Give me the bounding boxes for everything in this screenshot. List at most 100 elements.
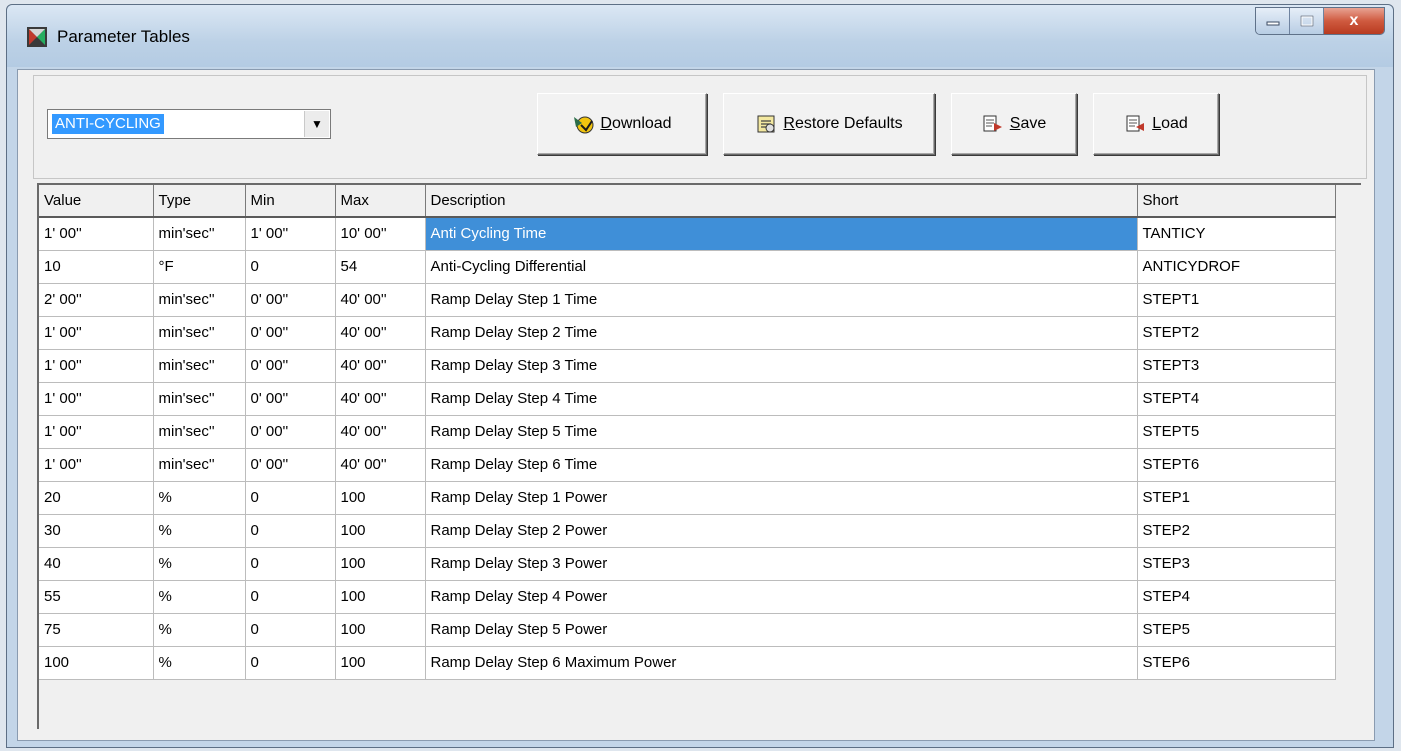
cell-max[interactable]: 100 [335,613,426,647]
cell-short[interactable]: STEP5 [1137,613,1336,647]
cell-type[interactable]: min'sec'' [153,382,246,416]
table-row[interactable]: 1' 00'' min'sec'' 0' 00'' 40' 00'' Ramp Dela… [39,415,1336,449]
chevron-down-icon[interactable]: ▼ [304,111,329,137]
cell-min[interactable]: 0 [245,514,336,548]
download-button[interactable]: Download [537,93,707,155]
cell-short[interactable]: STEPT1 [1137,283,1336,317]
table-row[interactable]: 75% 0 100 Ramp Delay Step 5 Power STEP5 [39,613,1336,647]
table-row[interactable]: 1' 00'' min'sec'' 0' 00'' 40' 00'' Ramp Dela… [39,448,1336,482]
cell-max[interactable]: 100 [335,514,426,548]
cell-type[interactable]: min'sec'' [153,349,246,383]
title-bar[interactable]: Parameter Tables x [7,5,1393,67]
cell-value[interactable]: 75 [39,613,154,647]
cell-type[interactable]: % [153,646,246,680]
cell-max[interactable]: 100 [335,580,426,614]
cell-max[interactable]: 40' 00'' [335,448,426,482]
cell-short[interactable]: STEP3 [1137,547,1336,581]
table-row[interactable]: 30% 0 100 Ramp Delay Step 2 Power STEP2 [39,514,1336,548]
table-row[interactable]: 2' 00'' min'sec'' 0' 00'' 40' 00'' Ramp Dela… [39,283,1336,317]
table-row[interactable]: 10 °F 0 54 Anti-Cycling Differential ANTICYDR… [39,250,1336,284]
cell-type[interactable]: % [153,514,246,548]
cell-value[interactable]: 1' 00'' [39,349,154,383]
parameter-grid[interactable]: Value Type Min Max Description Short 1' … [37,183,1361,729]
cell-description[interactable]: Ramp Delay Step 3 Time [425,349,1138,383]
cell-value[interactable]: 1' 00'' [39,415,154,449]
column-header-min[interactable]: Min [245,185,336,218]
cell-type[interactable]: % [153,481,246,515]
cell-min[interactable]: 0 [245,580,336,614]
cell-short[interactable]: STEP6 [1137,646,1336,680]
cell-max[interactable]: 100 [335,646,426,680]
cell-short[interactable]: STEP4 [1137,580,1336,614]
cell-description[interactable]: Ramp Delay Step 2 Power [425,514,1138,548]
cell-value[interactable]: 1' 00'' [39,316,154,350]
cell-max[interactable]: 40' 00'' [335,349,426,383]
cell-type[interactable]: min'sec'' [153,283,246,317]
cell-min[interactable]: 0 [245,646,336,680]
column-header-value[interactable]: Value [39,185,154,218]
cell-min[interactable]: 0' 00'' [245,415,336,449]
load-button[interactable]: Load [1093,93,1219,155]
cell-short[interactable]: STEPT3 [1137,349,1336,383]
cell-min[interactable]: 1' 00'' [245,217,336,251]
table-row[interactable]: 40% 0 100 Ramp Delay Step 3 Power STEP3 [39,547,1336,581]
cell-short[interactable]: STEP1 [1137,481,1336,515]
cell-value[interactable]: 20 [39,481,154,515]
cell-value[interactable]: 30 [39,514,154,548]
cell-min[interactable]: 0' 00'' [245,349,336,383]
cell-value[interactable]: 1' 00'' [39,382,154,416]
cell-value[interactable]: 1' 00'' [39,217,154,251]
cell-type[interactable]: °F [153,250,246,284]
cell-description[interactable]: Ramp Delay Step 3 Power [425,547,1138,581]
column-header-max[interactable]: Max [335,185,426,218]
restore-defaults-button[interactable]: Restore Defaults [723,93,935,155]
cell-max[interactable]: 100 [335,481,426,515]
cell-description[interactable]: Ramp Delay Step 4 Power [425,580,1138,614]
maximize-button[interactable] [1290,8,1324,34]
cell-min[interactable]: 0 [245,613,336,647]
cell-type[interactable]: min'sec'' [153,448,246,482]
column-header-short[interactable]: Short [1137,185,1336,218]
cell-short[interactable]: STEPT5 [1137,415,1336,449]
cell-short[interactable]: STEPT6 [1137,448,1336,482]
cell-min[interactable]: 0' 00'' [245,316,336,350]
cell-type[interactable]: min'sec'' [153,217,246,251]
cell-min[interactable]: 0' 00'' [245,448,336,482]
cell-min[interactable]: 0 [245,547,336,581]
cell-type[interactable]: min'sec'' [153,415,246,449]
cell-value[interactable]: 100 [39,646,154,680]
cell-description[interactable]: Ramp Delay Step 6 Time [425,448,1138,482]
table-row[interactable]: 20% 0 100 Ramp Delay Step 1 Power STEP1 [39,481,1336,515]
cell-max[interactable]: 10' 00'' [335,217,426,251]
cell-min[interactable]: 0 [245,250,336,284]
cell-max[interactable]: 40' 00'' [335,283,426,317]
column-header-description[interactable]: Description [425,185,1138,218]
cell-min[interactable]: 0' 00'' [245,283,336,317]
cell-max[interactable]: 40' 00'' [335,415,426,449]
cell-value[interactable]: 1' 00'' [39,448,154,482]
minimize-button[interactable] [1256,8,1290,34]
cell-short[interactable]: STEPT2 [1137,316,1336,350]
table-select[interactable]: ANTI-CYCLING ▼ [47,109,331,139]
cell-value[interactable]: 40 [39,547,154,581]
cell-description[interactable]: Ramp Delay Step 4 Time [425,382,1138,416]
cell-max[interactable]: 40' 00'' [335,316,426,350]
cell-description[interactable]: Ramp Delay Step 5 Power [425,613,1138,647]
cell-short[interactable]: STEPT4 [1137,382,1336,416]
cell-min[interactable]: 0' 00'' [245,382,336,416]
cell-short[interactable]: ANTICYDROF [1137,250,1336,284]
cell-short[interactable]: TANTICY [1137,217,1336,251]
close-button[interactable]: x [1324,8,1384,34]
cell-description[interactable]: Ramp Delay Step 6 Maximum Power [425,646,1138,680]
cell-type[interactable]: % [153,547,246,581]
cell-description[interactable]: Ramp Delay Step 1 Power [425,481,1138,515]
table-row[interactable]: 1' 00'' min'sec'' 0' 00'' 40' 00'' Ramp Dela… [39,349,1336,383]
table-row[interactable]: 55% 0 100 Ramp Delay Step 4 Power STEP4 [39,580,1336,614]
cell-type[interactable]: % [153,613,246,647]
cell-description-selected[interactable]: Anti Cycling Time [425,217,1138,251]
save-button[interactable]: Save [951,93,1077,155]
table-row[interactable]: 1' 00'' min'sec'' 1' 00'' 10' 00'' Anti Cycl… [39,217,1336,251]
cell-value[interactable]: 2' 00'' [39,283,154,317]
cell-description[interactable]: Anti-Cycling Differential [425,250,1138,284]
cell-max[interactable]: 40' 00'' [335,382,426,416]
